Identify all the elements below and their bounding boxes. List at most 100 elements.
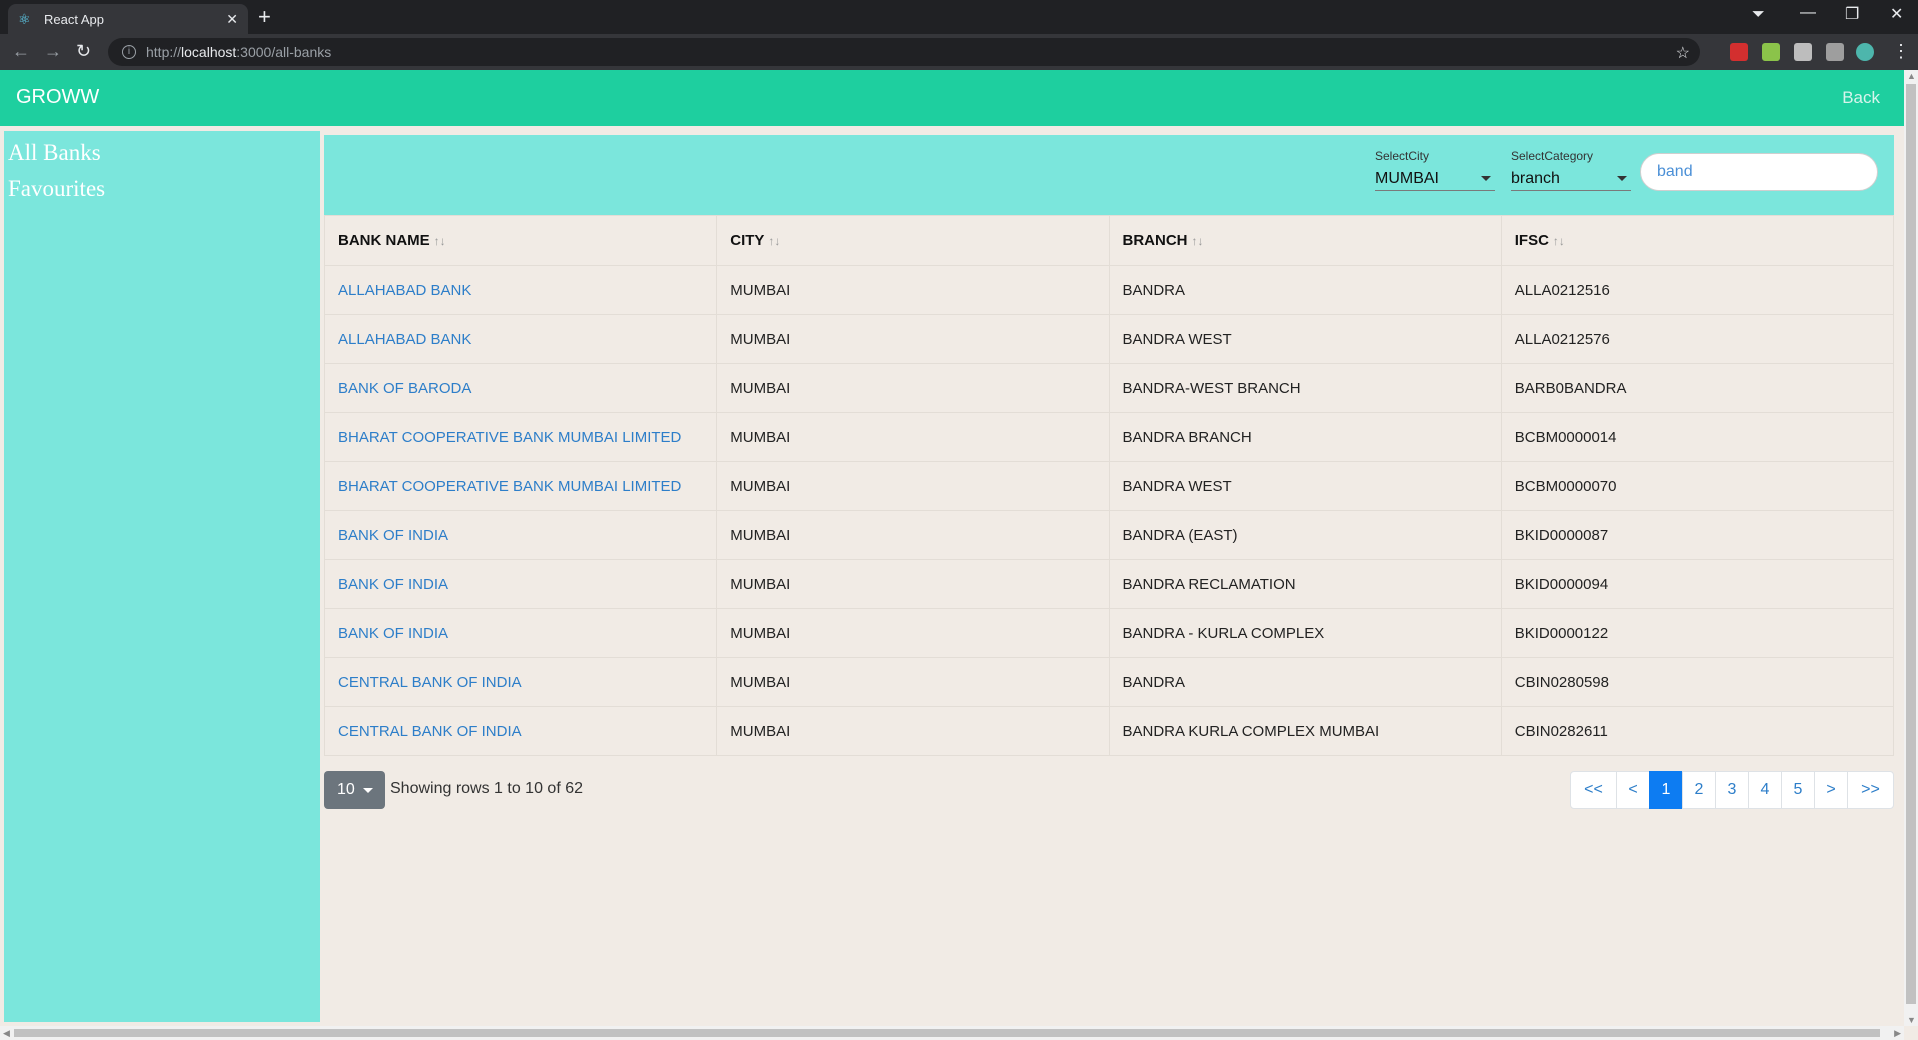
category-select-box[interactable]: branch [1511,167,1631,191]
bank-name-link[interactable]: CENTRAL BANK OF INDIA [338,723,522,740]
ifsc-cell: CBIN0282611 [1500,706,1895,756]
download-extension-icon[interactable] [1762,43,1780,61]
tab-close-icon[interactable]: ✕ [226,11,238,28]
sort-icon[interactable]: ↑↓ [1553,234,1565,248]
bank-name-link[interactable]: BANK OF INDIA [338,527,448,544]
back-link[interactable]: Back [1842,88,1880,108]
table-row[interactable]: ALLAHABAD BANK MUMBAI BANDRA WEST ALLA02125… [323,314,1895,364]
extension-icon[interactable] [1730,43,1748,61]
restore-icon[interactable]: ❐ [1845,4,1859,24]
category-select-value: branch [1511,169,1560,187]
ifsc-cell: BKID0000094 [1500,559,1895,609]
bank-name-cell: BANK OF INDIA [323,608,718,658]
table-row[interactable]: ALLAHABAD BANK MUMBAI BANDRA ALLA0212516 [323,265,1895,315]
browser-tab[interactable]: ⚛ React App ✕ [8,4,248,34]
category-select[interactable]: SelectCategory branch [1511,149,1631,191]
page-first-button[interactable]: << [1570,771,1617,809]
vertical-scroll-thumb[interactable] [1906,84,1916,1004]
page-size-dropdown[interactable]: 10 [324,771,385,809]
city-cell: MUMBAI [716,706,1110,756]
brand-logo[interactable]: GROWW [16,86,99,109]
info-icon[interactable]: i [122,45,136,59]
city-cell: MUMBAI [716,314,1110,364]
bank-name-cell: BANK OF INDIA [323,510,718,560]
back-arrow-icon[interactable]: ← [12,42,30,60]
bank-name-link[interactable]: BANK OF INDIA [338,576,448,593]
city-cell: MUMBAI [716,461,1110,511]
scroll-up-icon[interactable]: ▲ [1907,71,1916,81]
table-row[interactable]: CENTRAL BANK OF INDIA MUMBAI BANDRA CBIN028… [323,657,1895,707]
bank-name-link[interactable]: BANK OF BARODA [338,380,471,397]
city-select[interactable]: SelectCity MUMBAI [1375,149,1495,191]
bank-name-link[interactable]: ALLAHABAD BANK [338,282,471,299]
page-2-button[interactable]: 2 [1682,771,1716,809]
profile-menu-icon[interactable]: ⏷ [1752,6,1765,24]
kebab-menu-icon[interactable]: ⋮ [1892,42,1910,60]
ifsc-cell: BKID0000122 [1500,608,1895,658]
table-row[interactable]: BANK OF INDIA MUMBAI BANDRA (EAST) BKID0000… [323,510,1895,560]
table-row[interactable]: BANK OF BARODA MUMBAI BANDRA-WEST BRANCH BA… [323,363,1895,413]
page-next-button[interactable]: > [1814,771,1848,809]
forward-arrow-icon[interactable]: → [44,42,62,60]
sort-icon[interactable]: ↑↓ [768,234,780,248]
city-cell: MUMBAI [716,608,1110,658]
scroll-down-icon[interactable]: ▼ [1907,1015,1916,1025]
bank-name-link[interactable]: BHARAT COOPERATIVE BANK MUMBAI LIMITED [338,478,681,495]
sidebar-item-favourites[interactable]: Favourites [4,171,320,207]
ifsc-cell: ALLA0212516 [1500,265,1895,315]
branch-cell: BANDRA BRANCH [1108,412,1502,462]
header-branch[interactable]: BRANCH ↑↓ [1108,215,1502,266]
header-bank-name[interactable]: BANK NAME ↑↓ [323,215,718,266]
avatar[interactable] [1856,43,1874,61]
bookmark-star-icon[interactable]: ☆ [1676,43,1690,63]
table-row[interactable]: BANK OF INDIA MUMBAI BANDRA - KURLA COMPLE… [323,608,1895,658]
sidebar-item-all-banks[interactable]: All Banks [4,135,320,171]
scroll-left-icon[interactable]: ◀ [3,1028,10,1039]
browser-tabbar: ⚛ React App ✕ + ⏷ — ❐ ✕ [0,0,1918,34]
puzzle-icon[interactable] [1826,43,1844,61]
table-row[interactable]: CENTRAL BANK OF INDIA MUMBAI BANDRA KURLA … [323,706,1895,756]
filter-bar: SelectCity MUMBAI SelectCategory branch [324,135,1894,215]
reload-icon[interactable]: ↻ [76,42,91,60]
page-3-button[interactable]: 3 [1715,771,1749,809]
table-row[interactable]: BANK OF INDIA MUMBAI BANDRA RECLAMATION BKI… [323,559,1895,609]
city-select-value: MUMBAI [1375,169,1439,187]
window-close-icon[interactable]: ✕ [1890,4,1903,24]
page-5-button[interactable]: 5 [1781,771,1815,809]
new-tab-icon[interactable]: + [258,6,271,28]
bank-name-cell: CENTRAL BANK OF INDIA [323,706,718,756]
header-city[interactable]: CITY ↑↓ [716,215,1110,266]
horizontal-scroll-thumb[interactable] [14,1029,1880,1037]
banks-table: BANK NAME ↑↓ CITY ↑↓ BRANCH ↑↓ IFSC ↑↓ ALLAH… [323,215,1895,756]
ifsc-cell: BCBM0000014 [1500,412,1895,462]
horizontal-scrollbar[interactable]: ◀ ▶ [0,1026,1904,1040]
sidebar: All Banks Favourites [4,131,320,1022]
table-row[interactable]: BHARAT COOPERATIVE BANK MUMBAI LIMITED MU… [323,461,1895,511]
search-input[interactable] [1640,153,1878,191]
page-1-button[interactable]: 1 [1649,771,1683,809]
page-last-button[interactable]: >> [1847,771,1894,809]
page-prev-button[interactable]: < [1616,771,1650,809]
sort-icon[interactable]: ↑↓ [434,234,446,248]
vertical-scrollbar[interactable]: ▲ ▼ [1904,70,1918,1026]
city-select-box[interactable]: MUMBAI [1375,167,1495,191]
sort-icon[interactable]: ↑↓ [1192,234,1204,248]
bank-name-link[interactable]: CENTRAL BANK OF INDIA [338,674,522,691]
address-bar[interactable]: i http://localhost:3000/all-banks ☆ [108,38,1700,66]
header-ifsc[interactable]: IFSC ↑↓ [1500,215,1895,266]
bank-name-link[interactable]: ALLAHABAD BANK [338,331,471,348]
bank-name-cell: CENTRAL BANK OF INDIA [323,657,718,707]
chevron-down-icon [362,787,373,793]
tab-title: React App [44,11,104,27]
bank-name-link[interactable]: BANK OF INDIA [338,625,448,642]
table-row[interactable]: BHARAT COOPERATIVE BANK MUMBAI LIMITED MU… [323,412,1895,462]
minimize-icon[interactable]: — [1800,4,1816,22]
extension-icon[interactable] [1794,43,1812,61]
ifsc-cell: BKID0000087 [1500,510,1895,560]
page-4-button[interactable]: 4 [1748,771,1782,809]
bank-name-cell: ALLAHABAD BANK [323,265,718,315]
scroll-right-icon[interactable]: ▶ [1894,1028,1901,1039]
bank-name-cell: BHARAT COOPERATIVE BANK MUMBAI LIMITED [323,412,718,462]
browser-toolbar: ← → ↻ i http://localhost:3000/all-banks … [0,34,1918,70]
bank-name-link[interactable]: BHARAT COOPERATIVE BANK MUMBAI LIMITED [338,429,681,446]
